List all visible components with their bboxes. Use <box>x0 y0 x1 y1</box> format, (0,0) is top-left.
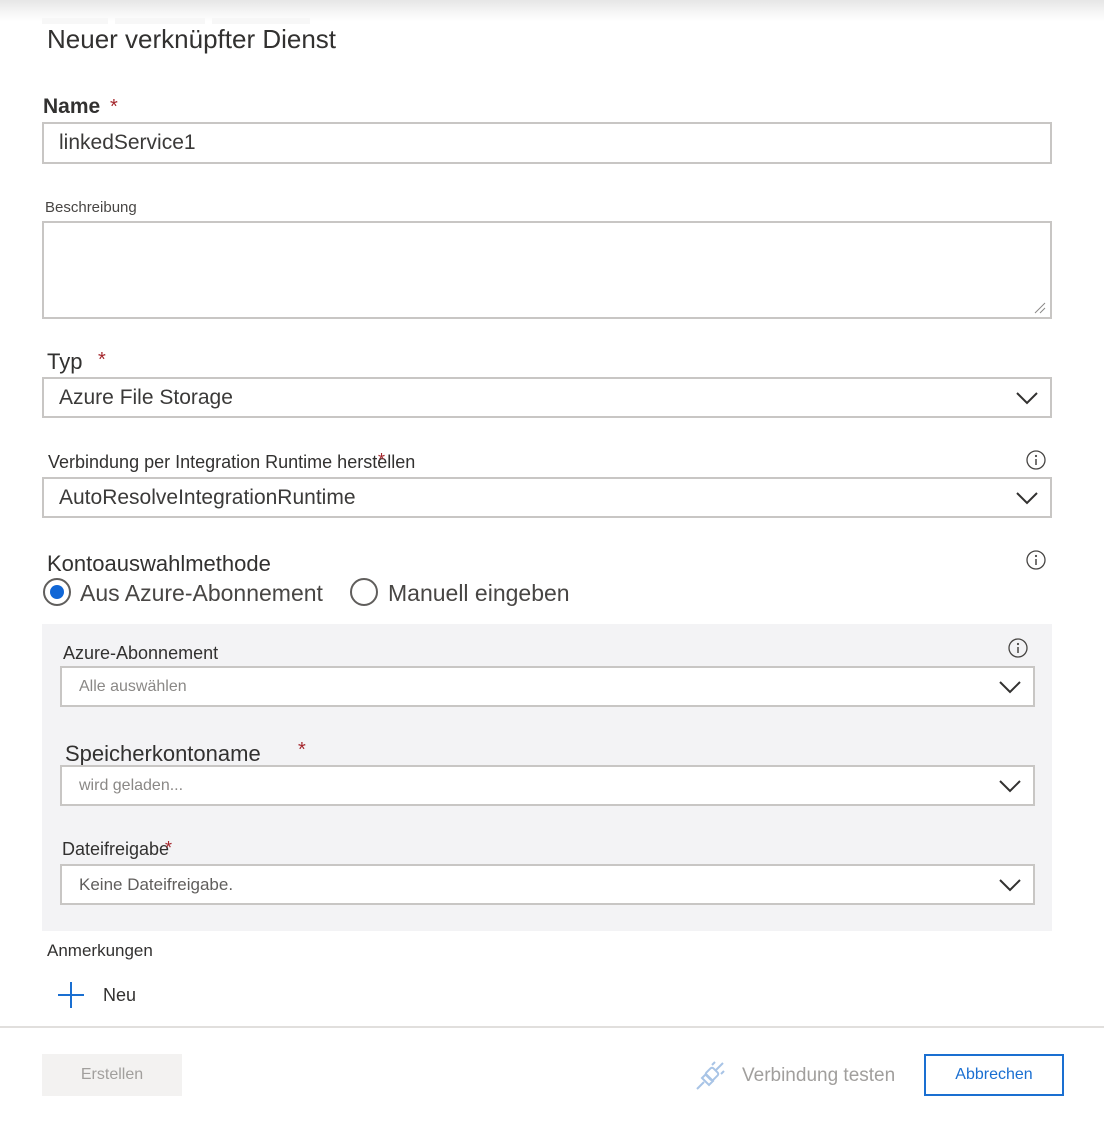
integration-runtime-dropdown[interactable]: AutoResolveIntegrationRuntime <box>42 477 1052 518</box>
radio-from-subscription-label[interactable]: Aus Azure-Abonnement <box>80 580 323 607</box>
name-required-mark: * <box>110 96 118 118</box>
description-textarea[interactable] <box>42 221 1052 319</box>
radio-selected-dot <box>50 585 64 599</box>
integration-runtime-required-mark: * <box>378 450 386 470</box>
name-label: Name <box>43 95 101 118</box>
chevron-down-icon <box>999 779 1021 792</box>
plug-icon <box>696 1061 725 1090</box>
storage-account-required-mark: * <box>298 739 306 761</box>
footer-divider <box>0 1026 1104 1028</box>
file-share-label: Dateifreigabe <box>62 839 170 859</box>
description-label: Beschreibung <box>45 199 137 216</box>
file-share-required-mark: * <box>165 838 173 858</box>
file-share-dropdown[interactable]: Keine Dateifreigabe. <box>60 864 1035 905</box>
storage-account-dropdown[interactable]: wird geladen... <box>60 765 1035 806</box>
radio-manual-entry-label[interactable]: Manuell eingeben <box>388 580 570 607</box>
add-annotation-button[interactable]: Neu <box>56 980 136 1010</box>
plus-icon <box>58 982 84 1008</box>
chevron-down-icon <box>1016 391 1038 404</box>
info-icon[interactable] <box>1008 638 1028 658</box>
type-required-mark: * <box>98 349 106 371</box>
test-connection-button[interactable]: Verbindung testen <box>694 1058 895 1094</box>
type-dropdown-value: Azure File Storage <box>59 385 233 409</box>
integration-runtime-value: AutoResolveIntegrationRuntime <box>59 485 356 509</box>
dialog-title: Neuer verknüpfter Dienst <box>47 24 337 54</box>
chevron-down-icon <box>1016 491 1038 504</box>
type-label: Typ <box>47 349 83 374</box>
integration-runtime-label: Verbindung per Integration Runtime herst… <box>48 452 416 472</box>
name-input[interactable]: linkedService1 <box>42 122 1052 164</box>
type-dropdown[interactable]: Azure File Storage <box>42 377 1052 418</box>
account-selection-label: Kontoauswahlmethode <box>47 551 271 576</box>
add-annotation-label: Neu <box>103 984 137 1005</box>
chevron-down-icon <box>999 680 1021 693</box>
test-connection-label: Verbindung testen <box>742 1065 896 1086</box>
storage-account-dropdown-value: wird geladen... <box>79 776 184 794</box>
info-icon[interactable] <box>1026 550 1046 570</box>
info-icon[interactable] <box>1026 450 1046 470</box>
file-share-dropdown-value: Keine Dateifreigabe. <box>79 874 234 894</box>
subscription-label: Azure-Abonnement <box>63 643 219 663</box>
annotations-label: Anmerkungen <box>47 941 153 960</box>
subscription-dropdown-value: Alle auswählen <box>79 677 187 695</box>
storage-account-label: Speicherkontoname <box>65 741 261 766</box>
chevron-down-icon <box>999 878 1021 891</box>
resize-grip-icon[interactable] <box>1034 302 1046 314</box>
create-button[interactable]: Erstellen <box>42 1054 182 1096</box>
radio-manual-entry[interactable] <box>350 578 378 606</box>
cancel-button[interactable]: Abbrechen <box>924 1054 1064 1096</box>
radio-from-subscription[interactable] <box>43 578 71 606</box>
subscription-dropdown[interactable]: Alle auswählen <box>60 666 1035 707</box>
